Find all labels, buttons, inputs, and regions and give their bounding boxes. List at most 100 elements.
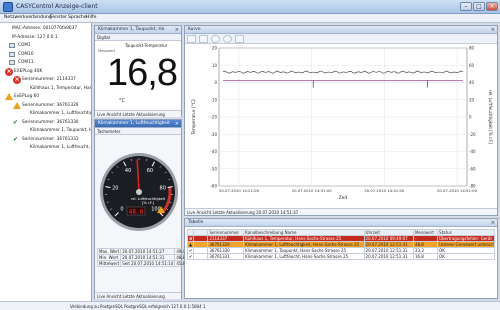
chart-line-icon[interactable] [199,35,208,43]
menu-item-network[interactable]: Netzwerkverbindung [4,15,52,20]
tree-item[interactable]: COM11 [18,60,34,65]
y-right-tick-label: 60 [469,63,475,68]
y-tick-label: -20 [210,115,217,120]
gauge-tick-label: 0 [120,206,123,212]
tree-item[interactable]: Seriennummer: 2114337 [22,77,76,82]
close-button[interactable]: × [486,2,498,11]
digital-unit: °C [119,98,125,104]
table-cell-status: Unterer Grenzwert unterschritten [437,241,495,248]
close-icon[interactable]: × [175,26,179,34]
status-bar: Verbindung zu PostgreSQL PostgreSQL erfo… [0,301,500,310]
y-right-tick-label: 80 [469,46,475,51]
zoom-out-icon[interactable] [223,35,232,43]
digital-value: 16,8 [107,52,178,94]
curve-chart: 20 80 10 60 0 40 -10 20 -20 0 -30 -20 -40 -40 -50 -60 -6… [191,46,493,202]
gauge-status: Live Ansicht Letzte Aktualisierung 20.07… [95,292,181,306]
curve-panel-title: Kurve [185,26,497,34]
tree-item[interactable]: COM10 [18,52,34,57]
tree-item[interactable]: Klimakammer 1, Luftfeucht, Han [30,145,91,150]
digital-panel: Klimakammer 1, Taupunkt, Ha × Digital Ta… [94,25,182,124]
menu-item-language[interactable]: Sprache [68,15,87,20]
table-cell-time: 20.07.2010 12:51:31 [363,247,414,254]
channel-name: Taupunkt-Temperatur [125,43,168,48]
tree-item[interactable]: Klimakammer 1, Taupunkt, Han [30,128,91,133]
title-bar: CASYControl Anzeige-client – □ × [0,0,500,14]
tree-item[interactable]: Kühlhaus 1, Temperatur, Hans- [30,86,91,91]
table-cell-val: 16,8 [412,253,439,260]
stats-row: Mittelwert Seit 20.07.2010 14:51:14 45,8 [96,260,188,267]
checkmark-icon: ✔ [13,135,19,143]
stats-cell: Min. Wert [96,254,122,261]
gauge-tick-label: 40 [125,168,131,174]
gauge-panel-title: Klimakammer 1, Luftfeuchtigkeit [95,120,181,128]
checkmark-icon: ✔ [13,118,19,126]
table-panel-title: Tabelle [185,219,497,227]
tree-item[interactable]: COM1 [18,43,31,48]
measurement-table: Seriennummer Kanalbeschreibung Name Uhrzei… [186,229,495,260]
gauge-stats-table: Max. Wert 20.07.2010 14:51:27 49,4 Min. Wer… [96,248,188,267]
gauge-tick-label: 80 [160,186,166,192]
tree-item[interactable]: Seriennummer: 36761330 [22,120,79,125]
tree-item[interactable]: ExEPLog 60 [14,94,39,99]
tree-item[interactable]: Klimakammer 1, Luftfeuchtigke [30,111,91,116]
y-right-tick-label: -20 [469,132,476,137]
tachometer-gauge: 02040 6080100rel. Luftfeuchtigkeit[% r.F.… [100,153,178,231]
minimize-button[interactable]: – [460,2,472,11]
table-header[interactable]: Seriennummer [207,229,245,236]
table-cell-time: 20.07.2010 12:51:31 [363,241,414,248]
table-row[interactable]: ✔ 36761331 Klimakammer 1, Luftfeucht, Hans… [186,253,495,260]
y-tick-label: 20 [212,46,218,51]
gauge-hub [136,189,142,195]
warning-icon [5,93,13,100]
stats-cell: Seit 20.07.2010 14:51:14 [120,260,176,267]
menu-bar: Netzwerkverbindung Fenster Sprache Hilfe [0,14,500,23]
close-icon[interactable]: × [491,26,495,34]
x-tick-label: 20.07.2010 14:41:00 [364,188,405,193]
y-tick-label: -30 [210,132,217,137]
table-cell-name: Klimakammer 1, Luftfeucht, Hans-Sachs-St… [243,253,365,260]
table-cell-name: Klimakammer 1, Taupunkt, Hans-Sachs-Stra… [243,247,365,254]
gauge-subhead: Tachometer [95,128,181,135]
chart-icon[interactable] [187,35,196,43]
print-icon[interactable] [235,35,244,43]
table-cell-name: Klimakammer 1, Luftfeuchtigkeit, Hans-Sa… [243,241,365,248]
tree-item[interactable]: IP-Adresse: 127.0.0.1 [12,35,58,40]
table-cell-time: 20.07.2010 12:51:31 [363,253,414,260]
device-tree: MAC-Adresse: 0010770fa9637 IP-Adresse: 12… [0,23,92,301]
menu-item-window[interactable]: Fenster [50,15,67,20]
y-right-tick-label: 40 [469,80,475,85]
tree-item[interactable]: MAC-Adresse: 0010770fa9637 [12,26,77,31]
y-right-tick-label: 0 [469,115,472,120]
tree-item[interactable]: EXEPLog 40K [14,69,42,74]
gauge-tick-label: 20 [112,186,118,192]
device-icon [193,253,209,260]
zoom-in-icon[interactable] [211,35,220,43]
tree-item[interactable]: Seriennummer: 36761329 [22,103,79,108]
digital-status: Live Ansicht Letzte Aktualisierung 20.07… [95,110,181,124]
menu-item-help[interactable]: Hilfe [86,15,96,20]
curve-status: Live Ansicht Letzte Aktualisierung 20.07… [185,208,497,215]
y-tick-label: -60 [210,184,217,189]
close-icon[interactable]: × [175,120,179,128]
app-icon [3,2,13,12]
x-tick-label: 20.07.2010 14:31:00 [292,188,333,193]
curve-panel: Kurve × 20 80 10 60 0 40 -10 20 -20 0 -30 -20 -40 -40… [184,25,498,216]
stats-cell: Mittelwert [96,260,122,267]
y-tick-label: -10 [210,97,217,102]
maximize-button[interactable]: □ [473,2,485,11]
table-cell-time: 20.07.2010 09:49:07 [363,235,414,242]
y-tick-label: -40 [210,149,217,154]
device-icon [9,43,15,48]
table-cell-status: Übertragungsfehler: Gerät [437,235,495,242]
warning-icon [13,101,21,109]
table-panel: Tabelle × Seriennummer Kanalbeschreibung … [184,218,498,299]
y-axis-label: Temperatur [°C] [191,99,197,136]
table-header[interactable]: Messwert [412,229,439,236]
gauge-lcd-value: 48.8 [129,209,144,216]
window-title: CASYControl Anzeige-client [16,3,98,10]
digital-subhead: Digital [95,34,181,41]
curve-toolbar [185,34,497,44]
y-right-tick-label: -40 [469,149,476,154]
close-icon[interactable]: × [491,219,495,227]
tree-item[interactable]: Seriennummer: 36761331 [22,137,79,142]
